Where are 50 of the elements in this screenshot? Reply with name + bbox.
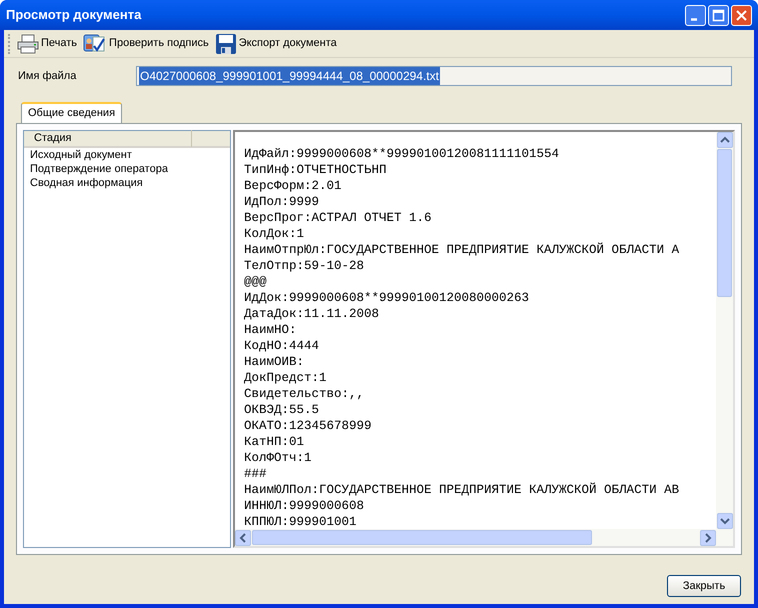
- document-line: КатНП:01: [244, 434, 304, 450]
- toolbar-button[interactable]: Экспорт документа: [214, 32, 337, 54]
- close-icon: [735, 8, 748, 22]
- maximize-icon: [712, 8, 725, 22]
- stage-item[interactable]: Исходный документ: [24, 148, 230, 162]
- document-line: ИдДок:9999000608**99990100120080000263: [244, 290, 530, 306]
- stage-item[interactable]: Подтверждение оператора: [24, 162, 230, 176]
- window-title: Просмотр документа: [6, 6, 142, 24]
- document-line: ТелОтпр:59-10-28: [244, 258, 364, 274]
- document-line: КППЮЛ:999901001: [244, 514, 357, 529]
- document-line: НаимОтпрЮл:ГОСУДАРСТВЕННОЕ ПРЕДПРИЯТИЕ КАЛУЖСКОЙ ОБЛАСТИ А: [244, 242, 680, 258]
- file-name-field[interactable]: O4027000608_999901001_99994444_08_00000294.txt: [136, 66, 732, 86]
- minimize-button[interactable]: [685, 4, 706, 26]
- document-line: ВерсФорм:2.01: [244, 178, 342, 194]
- close-dialog-button[interactable]: Закрыть: [667, 575, 741, 597]
- scrollbar-thumb[interactable]: [252, 530, 592, 545]
- document-line: НаимЮЛПол:ГОСУДАРСТВЕННОЕ ПРЕДПРИЯТИЕ КАЛУЖСКОЙ ОБЛАСТИ АВ: [244, 482, 680, 498]
- close-button[interactable]: [731, 4, 752, 26]
- document-line: ОКАТО:12345678999: [244, 418, 372, 434]
- scrollbar-thumb[interactable]: [717, 149, 732, 297]
- printer-icon: [17, 34, 39, 54]
- document-line: ТипИнф:ОТЧЕТНОСТЬНП: [244, 162, 387, 178]
- document-line: ИдФайл:9999000608**99990100120081111101554: [244, 146, 560, 162]
- document-line: КолФОтч:1: [244, 450, 312, 466]
- document-line: КолДок:1: [244, 226, 304, 242]
- file-name-label: Имя файла: [18, 68, 78, 84]
- document-line: НаимОИВ:: [244, 354, 304, 370]
- document-line: ###: [244, 466, 267, 482]
- document-line: @@@: [244, 274, 267, 290]
- toolbar-button[interactable]: Проверить подпись: [83, 32, 209, 54]
- column-header: Стадия: [24, 131, 230, 148]
- tab[interactable]: Общие сведения: [21, 102, 122, 123]
- scroll-down-button[interactable]: [716, 513, 732, 529]
- document-line: ИдПол:9999: [244, 194, 320, 210]
- document-line: КодНО:4444: [244, 338, 320, 354]
- maximize-button[interactable]: [708, 4, 729, 26]
- toolbar-button[interactable]: Печать: [17, 34, 78, 54]
- scroll-up-button[interactable]: [716, 132, 732, 148]
- certificate-check-icon: [83, 32, 108, 54]
- document-line: НаимНО:: [244, 322, 297, 338]
- scroll-left-button[interactable]: [235, 530, 251, 546]
- document-line: ОКВЭД:55.5: [244, 402, 320, 418]
- document-line: Свидетельство:,,: [244, 386, 364, 402]
- document-line: ВерсПрог:АСТРАЛ ОТЧЕТ 1.6: [244, 210, 432, 226]
- document-line: ДатаДок:11.11.2008: [244, 306, 380, 322]
- scroll-right-button[interactable]: [700, 530, 716, 546]
- document-line: ИННЮЛ:9999000608: [244, 498, 364, 514]
- document-line: ДокПредст:1: [244, 370, 327, 386]
- stage-item[interactable]: Сводная информация: [24, 176, 230, 190]
- minimize-icon: [691, 18, 697, 20]
